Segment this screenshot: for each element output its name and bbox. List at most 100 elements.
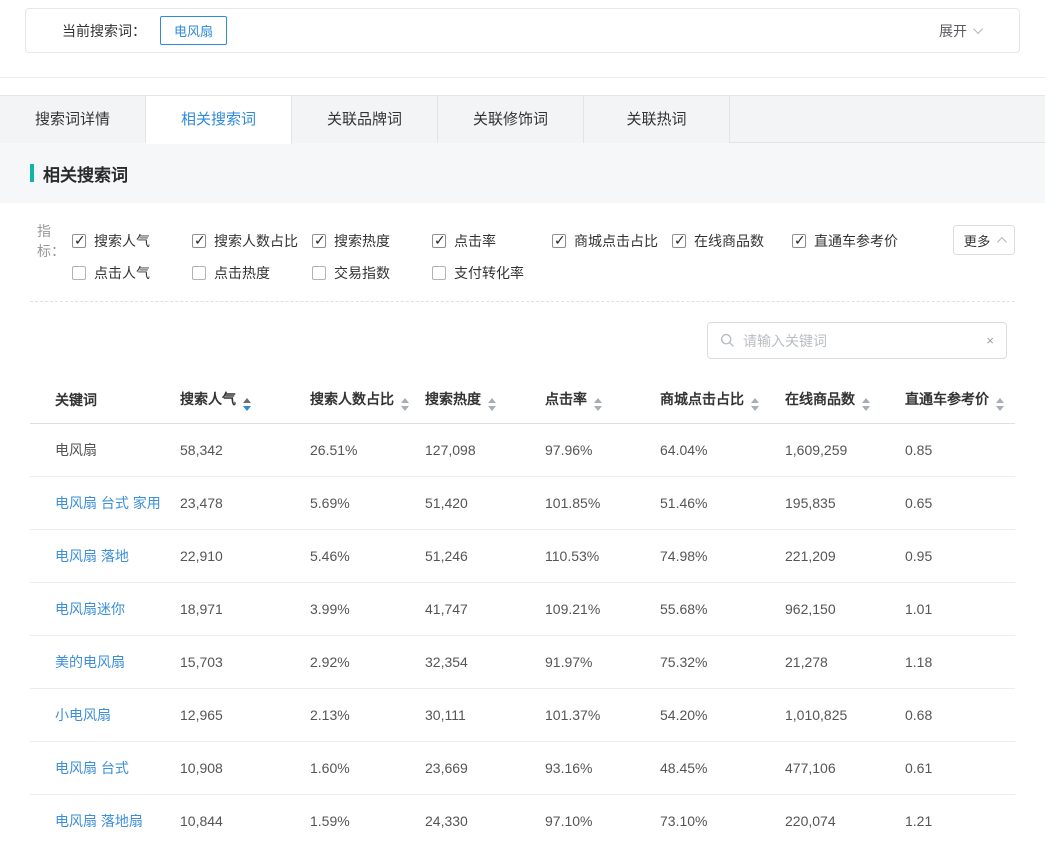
sort-icon[interactable] xyxy=(488,398,496,411)
column-header-label: 搜索人气 xyxy=(180,391,236,407)
value-cell: 0.61 xyxy=(905,741,1015,794)
keyword-cell[interactable]: 电风扇迷你 xyxy=(55,601,125,617)
sort-icon[interactable] xyxy=(751,398,759,411)
checkbox-checked-icon[interactable] xyxy=(672,234,686,248)
section-title-band: 相关搜索词 xyxy=(0,143,1045,203)
checkbox-checked-icon[interactable] xyxy=(432,234,446,248)
value-cell: 1,010,825 xyxy=(785,688,905,741)
metrics-label: 指标： xyxy=(30,221,72,261)
filter-checkbox-row1-4[interactable]: 商城点击占比 xyxy=(552,231,672,251)
sort-icon[interactable] xyxy=(594,398,602,411)
tab-4[interactable]: 关联热词 xyxy=(584,96,730,143)
value-cell: 51,420 xyxy=(425,476,545,529)
checkbox-checked-icon[interactable] xyxy=(552,234,566,248)
checkbox-unchecked-icon[interactable] xyxy=(432,266,446,280)
value-cell: 41,747 xyxy=(425,582,545,635)
column-header-0: 关键词 xyxy=(30,377,180,423)
more-button[interactable]: 更多 xyxy=(953,225,1015,255)
value-cell: 220,074 xyxy=(785,794,905,845)
value-cell: 10,844 xyxy=(180,794,310,845)
value-cell: 5.46% xyxy=(310,529,425,582)
column-header-7[interactable]: 直通车参考价 xyxy=(905,377,1015,423)
value-cell: 1.18 xyxy=(905,635,1015,688)
column-header-1[interactable]: 搜索人气 xyxy=(180,377,310,423)
value-cell: 15,703 xyxy=(180,635,310,688)
value-cell: 18,971 xyxy=(180,582,310,635)
checkbox-checked-icon[interactable] xyxy=(192,234,206,248)
table-row: 小电风扇12,9652.13%30,111101.37%54.20%1,010,… xyxy=(30,688,1015,741)
filter-checkbox-row1-2[interactable]: 搜索热度 xyxy=(312,231,432,251)
clear-icon[interactable]: × xyxy=(986,333,994,348)
column-header-6[interactable]: 在线商品数 xyxy=(785,377,905,423)
keyword-cell[interactable]: 电风扇 台式 家用 xyxy=(55,495,161,511)
filter-checkbox-row1-6[interactable]: 直通车参考价 xyxy=(792,231,912,251)
keyword-cell: 电风扇 xyxy=(55,442,97,458)
value-cell: 1,609,259 xyxy=(785,423,905,476)
metrics-row-2: 点击人气点击热度交易指数支付转化率 xyxy=(72,263,552,283)
sort-icon[interactable] xyxy=(996,398,1004,411)
value-cell: 22,910 xyxy=(180,529,310,582)
value-cell: 0.65 xyxy=(905,476,1015,529)
filter-checkbox-row2-0[interactable]: 点击人气 xyxy=(72,263,192,283)
filter-checkbox-row1-0[interactable]: 搜索人气 xyxy=(72,231,192,251)
current-search-card: 当前搜索词： 电风扇 展开 xyxy=(25,8,1020,53)
chevron-down-icon xyxy=(973,24,983,34)
value-cell: 3.99% xyxy=(310,582,425,635)
value-cell: 97.96% xyxy=(545,423,660,476)
filter-checkbox-row1-5[interactable]: 在线商品数 xyxy=(672,231,792,251)
value-cell: 962,150 xyxy=(785,582,905,635)
filter-checkbox-row1-1[interactable]: 搜索人数占比 xyxy=(192,231,312,251)
checkbox-checked-icon[interactable] xyxy=(72,234,86,248)
tab-3[interactable]: 关联修饰词 xyxy=(438,96,584,143)
column-header-5[interactable]: 商城点击占比 xyxy=(660,377,785,423)
search-input[interactable] xyxy=(743,333,978,349)
value-cell: 2.13% xyxy=(310,688,425,741)
filter-checkbox-label: 商城点击占比 xyxy=(574,231,658,251)
filter-checkbox-label: 在线商品数 xyxy=(694,231,764,251)
value-cell: 12,965 xyxy=(180,688,310,741)
table-row: 电风扇 落地22,9105.46%51,246110.53%74.98%221,… xyxy=(30,529,1015,582)
value-cell: 1.21 xyxy=(905,794,1015,845)
filter-checkbox-row2-2[interactable]: 交易指数 xyxy=(312,263,432,283)
tab-2[interactable]: 关联品牌词 xyxy=(292,96,438,143)
table-row: 电风扇 台式 家用23,4785.69%51,420101.85%51.46%1… xyxy=(30,476,1015,529)
tab-bar: 搜索词详情相关搜索词关联品牌词关联修饰词关联热词 xyxy=(0,95,1045,143)
table-header-row: 关键词 搜索人气 搜索人数占比搜索热度 点击率商城点击占比在线商品数直通车参考价 xyxy=(30,377,1015,423)
sort-icon[interactable] xyxy=(243,398,251,411)
keyword-cell[interactable]: 电风扇 台式 xyxy=(55,760,129,776)
keyword-cell[interactable]: 电风扇 落地 xyxy=(55,548,129,564)
column-header-label: 直通车参考价 xyxy=(905,391,989,407)
keyword-cell[interactable]: 美的电风扇 xyxy=(55,654,125,670)
column-header-4[interactable]: 点击率 xyxy=(545,377,660,423)
page-title: 相关搜索词 xyxy=(43,161,128,186)
column-header-2[interactable]: 搜索人数占比 xyxy=(310,377,425,423)
related-keywords-table: 关键词 搜索人气 搜索人数占比搜索热度 点击率商城点击占比在线商品数直通车参考价 电风… xyxy=(30,377,1015,845)
checkbox-unchecked-icon[interactable] xyxy=(192,266,206,280)
sort-icon[interactable] xyxy=(862,398,870,411)
column-header-3[interactable]: 搜索热度 xyxy=(425,377,545,423)
checkbox-unchecked-icon[interactable] xyxy=(72,266,86,280)
column-header-label: 搜索热度 xyxy=(425,391,481,407)
value-cell: 1.59% xyxy=(310,794,425,845)
tab-0[interactable]: 搜索词详情 xyxy=(0,96,146,143)
value-cell: 1.60% xyxy=(310,741,425,794)
tab-1[interactable]: 相关搜索词 xyxy=(146,96,292,144)
value-cell: 73.10% xyxy=(660,794,785,845)
filter-checkbox-row2-3[interactable]: 支付转化率 xyxy=(432,263,552,283)
value-cell: 10,908 xyxy=(180,741,310,794)
value-cell: 30,111 xyxy=(425,688,545,741)
expand-toggle[interactable]: 展开 xyxy=(939,21,983,41)
sort-icon[interactable] xyxy=(401,398,409,411)
checkbox-checked-icon[interactable] xyxy=(312,234,326,248)
more-button-label: 更多 xyxy=(964,231,991,250)
filter-checkbox-row2-1[interactable]: 点击热度 xyxy=(192,263,312,283)
value-cell: 110.53% xyxy=(545,529,660,582)
keyword-cell[interactable]: 小电风扇 xyxy=(55,707,111,723)
checkbox-unchecked-icon[interactable] xyxy=(312,266,326,280)
value-cell: 0.95 xyxy=(905,529,1015,582)
checkbox-checked-icon[interactable] xyxy=(792,234,806,248)
current-keyword-tag[interactable]: 电风扇 xyxy=(160,16,227,45)
column-header-label: 关键词 xyxy=(55,392,97,408)
keyword-cell[interactable]: 电风扇 落地扇 xyxy=(55,813,143,829)
filter-checkbox-row1-3[interactable]: 点击率 xyxy=(432,231,552,251)
